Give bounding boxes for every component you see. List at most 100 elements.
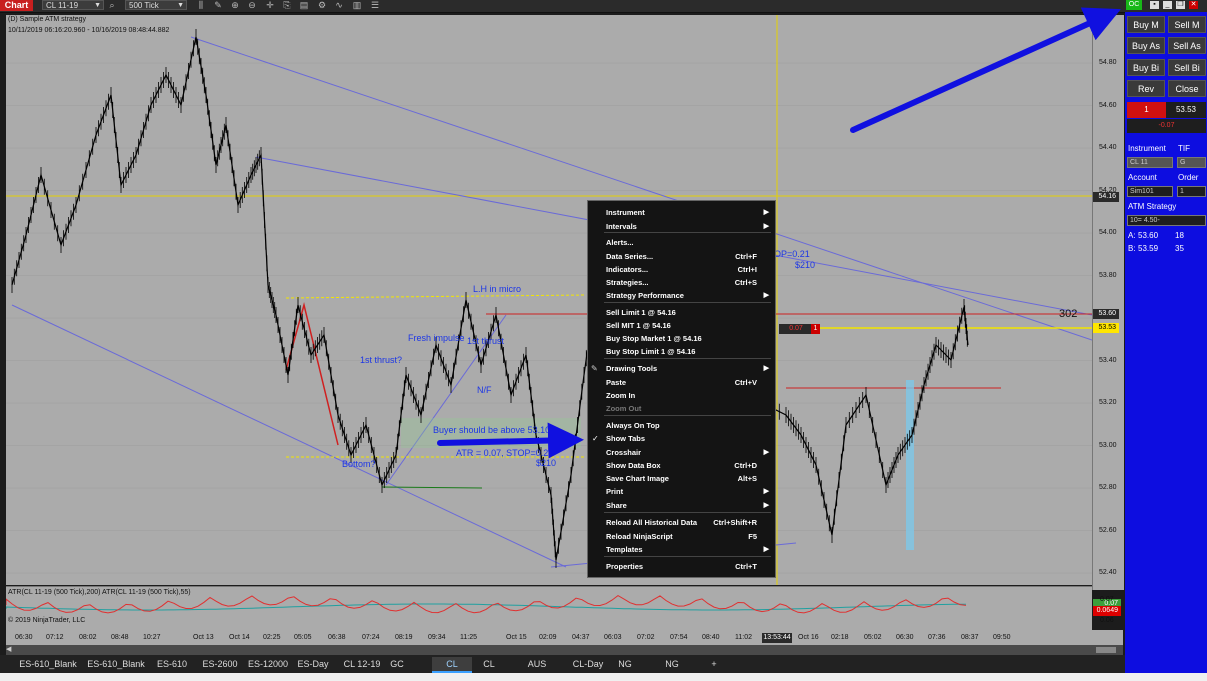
crosshair-icon[interactable]: ✛: [264, 0, 276, 11]
close-position-button[interactable]: Close: [1168, 80, 1206, 97]
annotation-dollars-partial[interactable]: $210: [795, 260, 815, 270]
sell-market-button[interactable]: Sell M: [1168, 16, 1206, 33]
menu-item-save-chart-image[interactable]: Save Chart Image Alt+S: [606, 473, 769, 485]
menu-item-shortcut: Ctrl+Shift+R: [713, 518, 757, 527]
menu-item-buy-stop-market-1-54-16[interactable]: Buy Stop Market 1 @ 54.16: [606, 333, 769, 345]
drawing-tools-icon: ✎: [591, 364, 598, 373]
buy-market-button[interactable]: Buy M: [1127, 16, 1165, 33]
data-series-icon[interactable]: ▤: [298, 0, 310, 11]
menu-item-buy-stop-limit-1-54-16[interactable]: Buy Stop Limit 1 @ 54.16: [606, 346, 769, 358]
chart-tab[interactable]: CL: [432, 657, 472, 673]
annotation-bottom-question[interactable]: Bottom?: [342, 459, 376, 469]
price-chart[interactable]: (D) Sample ATM strategy 10/11/2019 06:16…: [6, 15, 1092, 585]
menu-item-drawing-tools[interactable]: Drawing Tools ▶: [606, 363, 769, 375]
menu-item-crosshair[interactable]: Crosshair ▶: [606, 447, 769, 459]
chart-window-tab[interactable]: Chart: [0, 0, 33, 11]
instrument-selector[interactable]: CL 11-19 ▼: [42, 0, 104, 10]
chart-tab[interactable]: AUS: [524, 657, 550, 671]
chart-tab[interactable]: ES-Day: [295, 657, 331, 671]
chart-tab[interactable]: ES-610_Blank: [18, 657, 78, 671]
menu-item-show-data-box[interactable]: Show Data Box Ctrl+D: [606, 460, 769, 472]
scroll-left-icon[interactable]: ◀: [6, 646, 13, 654]
search-icon[interactable]: ⌕: [106, 0, 118, 11]
scrollbar-thumb[interactable]: [1096, 647, 1116, 653]
menu-item-shortcut: Ctrl+F: [735, 252, 757, 261]
chart-tab[interactable]: ES-610_Blank: [86, 657, 146, 671]
menu-item-sell-limit-1-54-16[interactable]: Sell Limit 1 @ 54.16: [606, 307, 769, 319]
menu-item-data-series[interactable]: Data Series... Ctrl+F: [606, 251, 769, 263]
instrument-field[interactable]: CL 11: [1127, 157, 1173, 168]
menu-item-properties[interactable]: Properties Ctrl+T: [606, 561, 769, 573]
buy-ask-button[interactable]: Buy As: [1127, 37, 1165, 54]
position-pnl-marker[interactable]: 0.07: [779, 324, 813, 334]
window-restore-icon[interactable]: ❐: [1176, 1, 1185, 9]
chart-trader-icon[interactable]: ▥: [351, 0, 363, 11]
account-select[interactable]: Sim101: [1127, 186, 1173, 197]
menu-item-print[interactable]: Print ▶: [606, 486, 769, 498]
atr-indicator-panel[interactable]: ATR(CL 11-19 (500 Tick),200) ATR(CL 11-1…: [6, 586, 1092, 631]
menu-item-templates[interactable]: Templates ▶: [606, 544, 769, 556]
annotation-atr-stop[interactable]: ATR = 0.07, STOP=0.21: [456, 448, 553, 458]
chart-tab[interactable]: ES-2600: [199, 657, 241, 671]
annotation-first-thrust[interactable]: 1st thrust: [467, 336, 504, 346]
chart-tab[interactable]: NG: [660, 657, 684, 671]
chart-tab[interactable]: CL-Day: [568, 657, 608, 671]
menu-item-reload-ninjascript[interactable]: Reload NinjaScript F5: [606, 531, 769, 543]
atm-strategy-select-value: 10= 4.50-: [1130, 217, 1160, 224]
chart-scrollbar[interactable]: ◀: [6, 645, 1123, 655]
menu-item-sell-mit-1-54-16[interactable]: Sell MIT 1 @ 54.16: [606, 320, 769, 332]
interval-selector[interactable]: 500 Tick ▼: [125, 0, 187, 10]
pencil-icon[interactable]: ✎: [212, 0, 224, 11]
menu-item-strategy-performance[interactable]: Strategy Performance ▶: [606, 290, 769, 302]
chart-tab[interactable]: ES-12000: [245, 657, 291, 671]
annotation-lh-micro[interactable]: L.H in micro: [473, 284, 521, 294]
properties-icon[interactable]: ⎘: [281, 0, 293, 11]
chart-tab[interactable]: GC: [386, 657, 408, 671]
chart-tab[interactable]: NG: [614, 657, 636, 671]
bar-type-icon[interactable]: ⫼: [195, 0, 207, 11]
position-qty-marker[interactable]: 1: [811, 324, 820, 334]
zoom-in-icon[interactable]: ⊕: [229, 0, 241, 11]
price-axis[interactable]: 54.8054.6054.4054.2054.0053.8053.6053.40…: [1092, 15, 1124, 590]
annotation-first-thrust-question[interactable]: 1st thrust?: [360, 355, 402, 365]
annotation-stop-partial[interactable]: OP=0.21: [774, 249, 810, 259]
connection-status-badge[interactable]: OC: [1126, 0, 1142, 10]
window-minimize-icon[interactable]: _: [1163, 1, 1172, 9]
time-tick-label: 08:02: [79, 634, 97, 641]
add-tab-button[interactable]: +: [706, 657, 722, 671]
sell-bid-button[interactable]: Sell Bi: [1168, 59, 1206, 76]
chart-tab[interactable]: CL: [478, 657, 500, 671]
buy-bid-button[interactable]: Buy Bi: [1127, 59, 1165, 76]
menu-item-paste[interactable]: Paste Ctrl+V: [606, 377, 769, 389]
annotation-buyer-above[interactable]: Buyer should be above 53.10: [433, 425, 550, 435]
annotation-dollars[interactable]: $210: [536, 458, 556, 468]
chart-tab[interactable]: CL 12-19: [338, 657, 386, 671]
reverse-button[interactable]: Rev: [1127, 80, 1165, 97]
menu-item-indicators[interactable]: Indicators... Ctrl+I: [606, 264, 769, 276]
menu-item-zoom-in[interactable]: Zoom In: [606, 390, 769, 402]
annotation-fresh-impulse[interactable]: Fresh impulse: [408, 333, 465, 343]
menu-item-instrument[interactable]: Instrument ▶: [606, 207, 769, 219]
indicators-icon[interactable]: ∿: [333, 0, 345, 11]
menu-item-strategies[interactable]: Strategies... Ctrl+S: [606, 277, 769, 289]
order-qty-stepper[interactable]: 1: [1177, 186, 1206, 197]
menu-item-intervals[interactable]: Intervals ▶: [606, 221, 769, 233]
menu-item-show-tabs[interactable]: Show Tabs: [606, 433, 769, 445]
window-pin-icon[interactable]: ▪: [1150, 1, 1159, 9]
menu-item-share[interactable]: Share ▶: [606, 500, 769, 512]
time-axis[interactable]: 06:30 07:12 08:02 08:48 10:27 Oct 13 Oct 14 02:…: [6, 630, 1123, 645]
sell-ask-button[interactable]: Sell As: [1168, 37, 1206, 54]
indicator-tick-label: 0.07: [1100, 596, 1114, 603]
strategies-icon[interactable]: ⚙: [316, 0, 328, 11]
time-tick-label: 06:38: [328, 634, 346, 641]
chart-tab[interactable]: ES-610: [152, 657, 192, 671]
zoom-out-icon[interactable]: ⊖: [246, 0, 258, 11]
annotation-nf[interactable]: N/F: [477, 385, 492, 395]
tif-select[interactable]: G: [1177, 157, 1206, 168]
menu-item-always-on-top[interactable]: Always On Top: [606, 420, 769, 432]
menu-item-alerts[interactable]: Alerts...: [606, 237, 769, 249]
atm-strategy-select[interactable]: 10= 4.50-: [1127, 215, 1206, 226]
window-close-icon[interactable]: ✕: [1189, 1, 1198, 9]
menu-item-reload-all-historical-data[interactable]: Reload All Historical Data Ctrl+Shift+R: [606, 517, 769, 529]
list-icon[interactable]: ☰: [369, 0, 381, 11]
